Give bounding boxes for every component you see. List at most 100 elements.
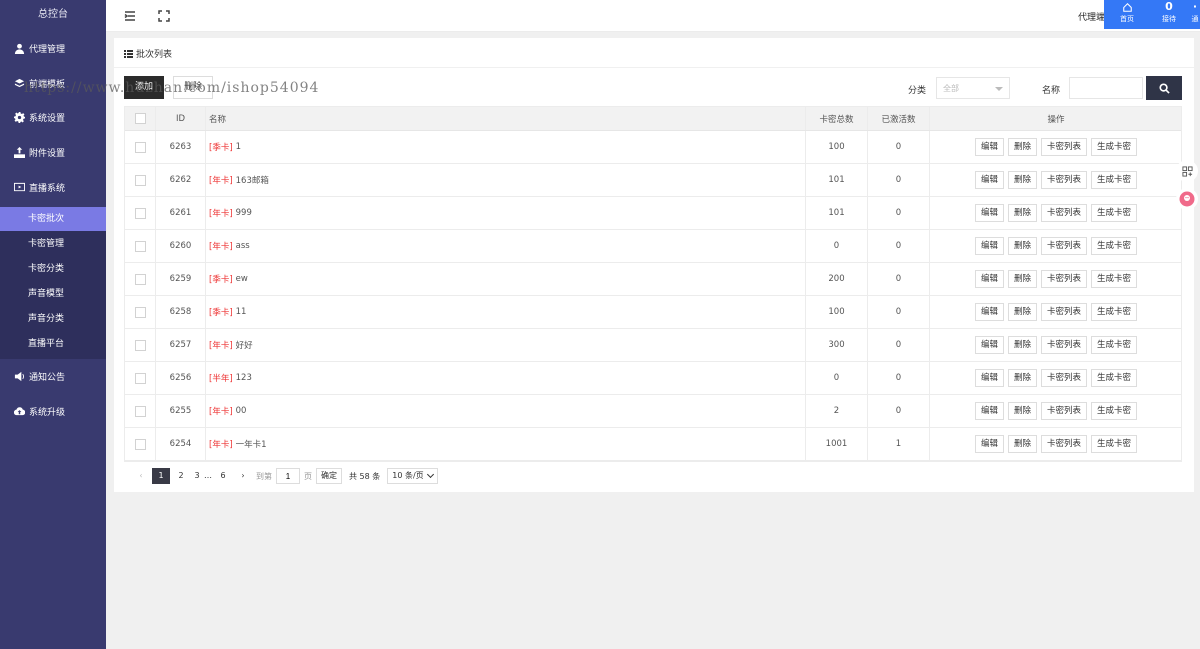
goto-page-input[interactable]	[276, 468, 300, 484]
home-link[interactable]: 首页	[1114, 0, 1140, 29]
cell-total: 101	[806, 164, 868, 196]
delete-row-button[interactable]: 删除	[1007, 303, 1037, 321]
card-type-tag: [季卡]	[209, 143, 233, 153]
row-checkbox[interactable]	[134, 240, 146, 252]
menu-toggle-icon[interactable]	[124, 10, 136, 22]
sidebar-item-settings[interactable]: 系统设置	[0, 107, 106, 127]
header-checkbox-cell	[125, 107, 156, 130]
page-number[interactable]: 3	[192, 468, 202, 484]
sidebar-item-upgrade[interactable]: 系统升级	[0, 401, 106, 421]
page-number[interactable]: 2	[172, 468, 190, 484]
edit-button[interactable]: 编辑	[974, 435, 1004, 453]
delete-row-button[interactable]: 删除	[1007, 138, 1037, 156]
delete-row-button[interactable]: 删除	[1007, 402, 1037, 420]
submenu-item-voice-category[interactable]: 声音分类	[0, 307, 106, 331]
submenu-item-card-batch[interactable]: 卡密批次	[0, 207, 106, 231]
goto-confirm-button[interactable]: 确定	[316, 468, 342, 484]
delete-row-button[interactable]: 删除	[1007, 435, 1037, 453]
row-checkbox-cell	[125, 230, 156, 262]
generate-cards-button[interactable]: 生成卡密	[1091, 204, 1138, 222]
column-header-name: 名称	[206, 107, 806, 130]
card-list-button[interactable]: 卡密列表	[1041, 336, 1088, 354]
row-checkbox[interactable]	[134, 405, 146, 417]
card-list-button[interactable]: 卡密列表	[1041, 204, 1088, 222]
row-checkbox[interactable]	[134, 306, 146, 318]
card-list-button[interactable]: 卡密列表	[1041, 138, 1088, 156]
delete-row-button[interactable]: 删除	[1007, 171, 1037, 189]
row-checkbox-cell	[125, 296, 156, 328]
card-list-button[interactable]: 卡密列表	[1041, 303, 1088, 321]
edit-button[interactable]: 编辑	[974, 171, 1004, 189]
delete-row-button[interactable]: 删除	[1007, 204, 1037, 222]
edit-button[interactable]: 编辑	[974, 204, 1004, 222]
search-button[interactable]	[1146, 76, 1182, 100]
submenu-item-live-platform[interactable]: 直播平台	[0, 332, 106, 356]
generate-cards-button[interactable]: 生成卡密	[1091, 402, 1138, 420]
category-filter-label: 分类	[908, 86, 927, 96]
card-list-button[interactable]: 卡密列表	[1041, 369, 1088, 387]
generate-cards-button[interactable]: 生成卡密	[1091, 369, 1138, 387]
batch-name: 好好	[235, 341, 253, 351]
divider	[114, 67, 1194, 68]
submenu-item-voice-model[interactable]: 声音模型	[0, 282, 106, 306]
select-all-checkbox[interactable]	[134, 113, 146, 124]
delete-row-button[interactable]: 删除	[1007, 336, 1037, 354]
sidebar-item-agent[interactable]: 代理管理	[0, 38, 106, 58]
edit-button[interactable]: 编辑	[974, 402, 1004, 420]
edit-button[interactable]: 编辑	[974, 336, 1004, 354]
name-search-input[interactable]	[1069, 77, 1143, 99]
search-icon	[1158, 82, 1170, 94]
generate-cards-button[interactable]: 生成卡密	[1091, 270, 1138, 288]
edit-button[interactable]: 编辑	[974, 138, 1004, 156]
card-list-button[interactable]: 卡密列表	[1041, 270, 1088, 288]
cell-id: 6260	[156, 230, 206, 262]
delete-row-button[interactable]: 删除	[1007, 237, 1037, 255]
row-checkbox[interactable]	[134, 174, 146, 186]
generate-cards-button[interactable]: 生成卡密	[1091, 303, 1138, 321]
notification-link[interactable]: · 通	[1190, 0, 1200, 29]
page-number[interactable]: 6	[214, 468, 232, 484]
card-list-button[interactable]: 卡密列表	[1041, 237, 1088, 255]
category-select[interactable]: 全部	[936, 77, 1010, 99]
generate-cards-button[interactable]: 生成卡密	[1091, 138, 1138, 156]
row-checkbox[interactable]	[134, 339, 146, 351]
card-list-button[interactable]: 卡密列表	[1041, 435, 1088, 453]
sidebar-item-live[interactable]: 直播系统	[0, 177, 106, 197]
row-checkbox[interactable]	[134, 207, 146, 219]
page-size-select[interactable]: 10 条/页	[387, 468, 438, 484]
card-list-button[interactable]: 卡密列表	[1041, 402, 1088, 420]
delete-row-button[interactable]: 删除	[1007, 369, 1037, 387]
row-checkbox[interactable]	[134, 141, 146, 153]
reception-counter[interactable]: 0 接待	[1156, 0, 1182, 29]
agent-label[interactable]: 代理端	[1078, 10, 1105, 23]
page-number[interactable]: 1	[152, 468, 170, 484]
generate-cards-button[interactable]: 生成卡密	[1091, 336, 1138, 354]
goto-label: 到第	[256, 471, 272, 481]
edit-button[interactable]: 编辑	[974, 369, 1004, 387]
generate-cards-button[interactable]: 生成卡密	[1091, 237, 1138, 255]
generate-cards-button[interactable]: 生成卡密	[1091, 171, 1138, 189]
cell-name: [季卡] 11	[206, 296, 806, 328]
edit-button[interactable]: 编辑	[974, 270, 1004, 288]
grid-apps-icon[interactable]	[1176, 160, 1198, 182]
sidebar-item-attachment[interactable]: 附件设置	[0, 142, 106, 162]
generate-cards-button[interactable]: 生成卡密	[1091, 435, 1138, 453]
user-icon	[13, 42, 25, 54]
prev-page-icon[interactable]: ‹	[132, 468, 150, 484]
submenu-item-card-manage[interactable]: 卡密管理	[0, 232, 106, 256]
edit-button[interactable]: 编辑	[974, 237, 1004, 255]
row-checkbox-cell	[125, 395, 156, 427]
assistant-avatar-icon[interactable]	[1176, 188, 1198, 210]
sidebar-item-notice[interactable]: 通知公告	[0, 366, 106, 386]
fullscreen-icon[interactable]	[158, 10, 170, 22]
column-header-id: ID	[156, 107, 206, 130]
card-list-button[interactable]: 卡密列表	[1041, 171, 1088, 189]
row-checkbox[interactable]	[134, 372, 146, 384]
row-checkbox[interactable]	[134, 273, 146, 285]
submenu-item-card-category[interactable]: 卡密分类	[0, 257, 106, 281]
delete-row-button[interactable]: 删除	[1007, 270, 1037, 288]
cell-name: [年卡] 999	[206, 197, 806, 229]
edit-button[interactable]: 编辑	[974, 303, 1004, 321]
row-checkbox[interactable]	[134, 438, 146, 450]
next-page-icon[interactable]: ›	[234, 468, 252, 484]
